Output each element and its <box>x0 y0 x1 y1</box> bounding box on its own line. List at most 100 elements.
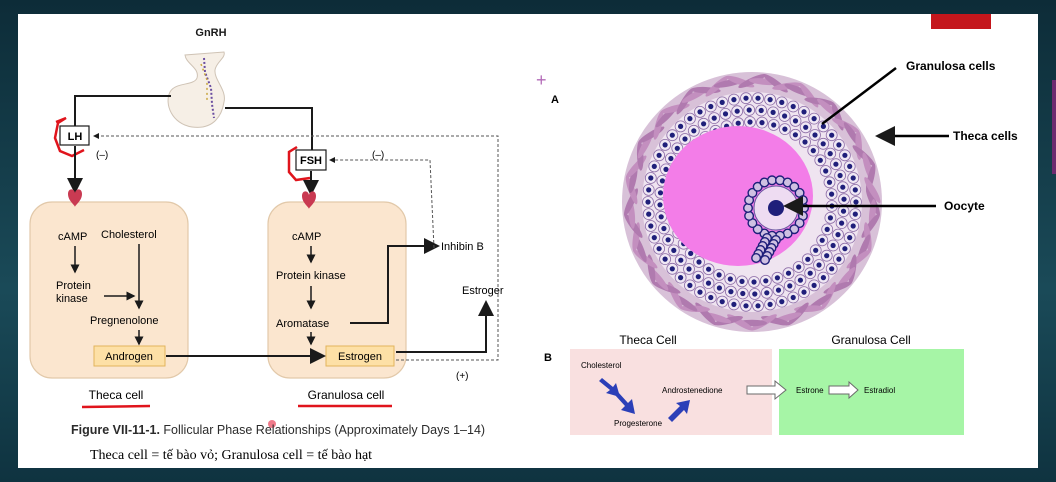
granulosa-nucleus <box>708 294 714 301</box>
pituitary-gland <box>167 51 225 128</box>
granulosa-nucleus <box>810 148 816 154</box>
theca-pregnenolone: Pregnenolone <box>90 315 159 327</box>
theca-androgen: Androgen <box>105 351 153 363</box>
granulosa-nucleus <box>770 109 776 115</box>
granulosa-nucleus <box>686 266 692 272</box>
granulosa-nucleus <box>764 290 770 296</box>
granulosa-nucleus <box>785 270 792 276</box>
granulosa-nucleus <box>687 116 693 122</box>
granulosa-nucleus <box>842 246 848 252</box>
granulosa-nucleus <box>837 172 843 179</box>
granulosa-nucleus <box>678 123 684 129</box>
gnrh-label: GnRH <box>195 27 226 39</box>
granulosa-nucleus <box>743 303 749 309</box>
theca-cell-label: Theca cell <box>89 388 144 402</box>
granulosa-nucleus <box>711 115 717 121</box>
granulosa-nucleus <box>820 141 826 147</box>
inhibin-label: Inhibin B <box>441 241 484 253</box>
lh-label: LH <box>68 131 83 143</box>
granulosa-nucleus <box>779 99 785 105</box>
granulosa-nucleus <box>767 97 773 103</box>
granulosa-nucleus <box>775 287 782 293</box>
granulosa-nucleus <box>807 270 813 276</box>
granulosa-nucleus <box>696 259 702 265</box>
granulosa-nucleus <box>735 120 741 126</box>
cumulus-cell <box>751 252 762 263</box>
granulosa-nucleus <box>820 123 827 129</box>
theca-underline <box>81 404 151 409</box>
diagram-canvas: GnRH LH (–) FSH (–) cAMP Cholesterol Pro… <box>29 27 1018 435</box>
granulosa-nucleus <box>840 184 846 190</box>
granulosa-nucleus <box>787 283 793 289</box>
granulosa-cell-label: Granulosa cell <box>308 388 385 402</box>
granulosa-nucleus <box>824 253 830 259</box>
granulosa-nucleus <box>697 289 703 295</box>
granulosa-nucleus <box>752 291 758 297</box>
granulosa-nucleus <box>830 242 836 249</box>
b-progesterone: Progesterone <box>614 419 663 428</box>
granulosa-nucleus <box>722 111 729 117</box>
granulosa-nucleus <box>767 301 773 307</box>
granulosa-nucleus <box>671 247 677 253</box>
granulosa-estrogen: Estrogen <box>338 351 382 363</box>
panel-b-label: B <box>544 352 552 364</box>
granulosa-nucleus <box>668 155 674 162</box>
granulosa-nucleus <box>719 99 725 105</box>
granulosa-nucleus <box>659 178 666 184</box>
granulosa-nucleus <box>813 247 819 253</box>
lh-negative-label: (–) <box>96 150 108 161</box>
granulosa-nucleus <box>759 120 765 126</box>
fsh-negative-label: (–) <box>372 150 384 161</box>
granulosa-nucleus <box>682 136 688 142</box>
estrogen-out-arrow <box>396 300 494 353</box>
granulosa-cells-label: Granulosa cells <box>906 59 996 73</box>
granulosa-nucleus <box>731 97 737 103</box>
granulosa-camp: cAMP <box>292 231 321 243</box>
granulosa-protein-kinase: Protein kinase <box>276 270 346 282</box>
granulosa-nucleus <box>826 179 833 185</box>
cumulus-cell <box>760 254 771 265</box>
granulosa-nucleus <box>727 276 733 282</box>
granulosa-nucleus <box>850 175 856 181</box>
granulosa-nucleus <box>801 109 807 115</box>
granulosa-nucleus <box>734 108 740 114</box>
granulosa-nucleus <box>731 301 737 307</box>
granulosa-nucleus <box>758 107 764 114</box>
granulosa-nucleus <box>658 214 664 220</box>
b-estradiol: Estradiol <box>864 386 895 395</box>
granulosa-nucleus <box>842 152 848 158</box>
granulosa-nucleus <box>833 161 839 167</box>
granulosa-nucleus <box>755 95 761 101</box>
granulosa-nucleus <box>661 225 667 232</box>
panel-a-label: A <box>551 94 559 106</box>
granulosa-nucleus <box>811 116 817 122</box>
fsh-release-line <box>225 107 313 150</box>
granulosa-nucleus <box>716 285 723 291</box>
granulosa-nucleus <box>792 118 799 124</box>
granulosa-nucleus <box>678 257 684 263</box>
oocyte-label: Oocyte <box>944 199 985 213</box>
granulosa-nucleus <box>763 278 769 284</box>
plus-cursor-icon: + <box>536 70 547 90</box>
granulosa-nucleus <box>836 142 842 148</box>
granulosa-nucleus <box>651 163 657 169</box>
granulosa-nucleus <box>645 199 651 205</box>
granulosa-nucleus <box>820 275 827 281</box>
theca-camp: cAMP <box>58 231 87 243</box>
granulosa-nucleus <box>782 126 788 132</box>
granulosa-nucleus <box>827 215 834 221</box>
granulosa-nucleus <box>651 235 657 241</box>
granulosa-nucleus <box>665 237 671 243</box>
theca-protein-kinase-1: Protein <box>56 280 91 292</box>
corona-cell <box>743 202 754 213</box>
granulosa-nucleus <box>646 211 652 217</box>
granulosa-nucleus <box>662 142 668 148</box>
granulosa-nucleus <box>705 280 712 286</box>
fsh-label: FSH <box>300 155 322 167</box>
granulosa-nucleus <box>740 290 746 297</box>
granulosa-nucleus <box>847 163 853 169</box>
granulosa-nucleus <box>841 196 847 202</box>
granulosa-nucleus <box>716 272 722 278</box>
granulosa-nucleus <box>829 266 835 272</box>
granulosa-nucleus <box>691 128 697 134</box>
